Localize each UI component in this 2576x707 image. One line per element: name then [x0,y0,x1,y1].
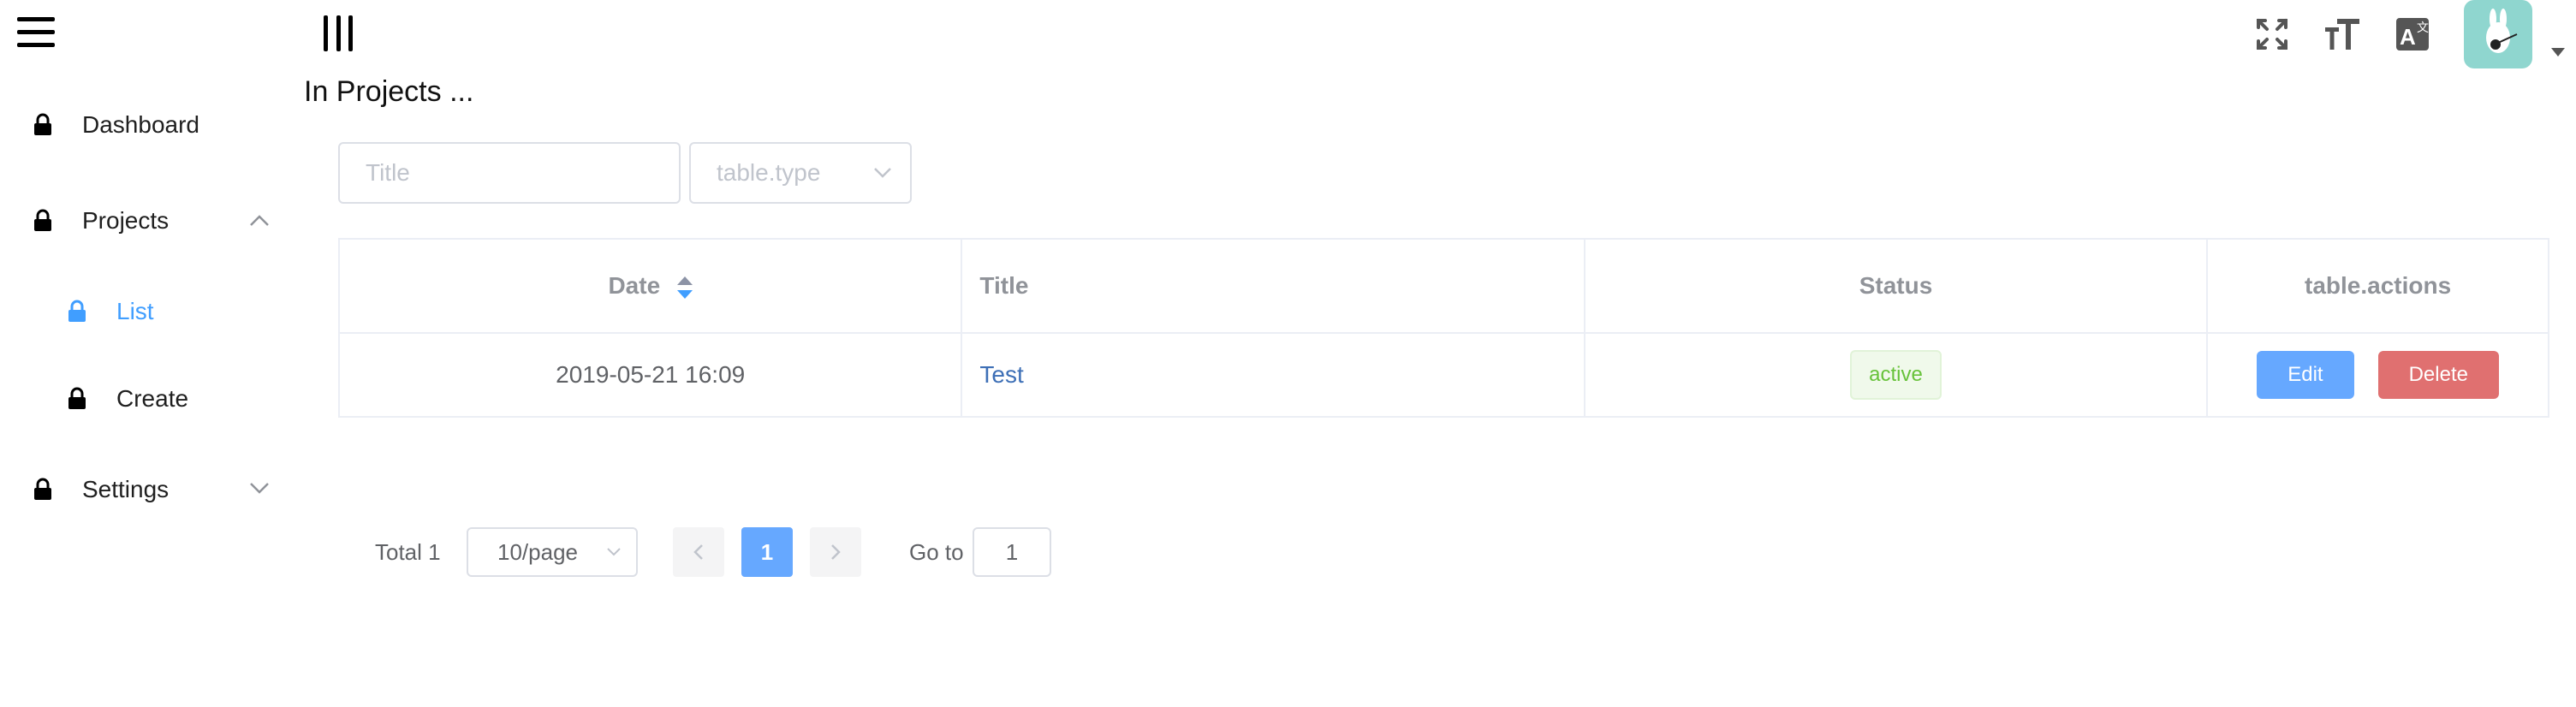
chevron-down-icon [874,168,891,178]
next-page-button[interactable] [810,527,861,577]
font-size-icon[interactable] [2322,14,2363,55]
translate-icon[interactable]: A 文 [2392,14,2433,55]
delete-button[interactable]: Delete [2377,351,2499,399]
sidebar-item-list[interactable]: List [67,298,154,325]
sidebar-item-projects[interactable]: Projects [33,207,169,235]
fullscreen-icon[interactable] [2252,14,2293,55]
column-header-date[interactable]: Date [337,238,963,334]
goto-page-input[interactable]: 1 [973,527,1051,577]
table-header-row: Date Title Status table.actions [337,238,2549,334]
goto-page-value: 1 [1005,538,1019,565]
lock-icon [34,478,51,500]
column-header-actions: table.actions [2206,238,2549,334]
projects-table: Date Title Status table.actions 2019-05-… [337,238,2549,418]
sidebar-item-label: List [116,298,154,324]
chevron-down-icon [607,548,621,556]
column-header-status: Status [1583,238,2209,334]
sidebar-item-label: Settings [82,476,170,502]
edit-button[interactable]: Edit [2257,351,2354,399]
type-placeholder: table.type [717,159,821,186]
total-count: Total 1 [375,539,441,565]
user-menu-caret-icon[interactable] [2551,48,2565,56]
lock-icon [34,209,51,231]
sidebar-item-dashboard[interactable]: Dashboard [33,111,199,139]
lock-icon [34,113,51,135]
page-size-value: 10/page [497,538,578,565]
project-title-link[interactable]: Test [979,361,1023,388]
svg-text:文: 文 [2417,21,2429,34]
status-badge: active [1850,350,1942,400]
lock-icon [68,300,86,322]
page-number-current[interactable]: 1 [741,527,793,577]
collapse-sidebar-icon[interactable] [324,15,353,51]
chevron-down-icon[interactable] [248,479,271,496]
date-cell: 2019-05-21 16:09 [337,332,963,418]
column-header-title: Title [961,238,1585,334]
svg-text:A: A [2400,24,2416,50]
lock-icon [68,387,86,409]
sort-icon[interactable] [676,276,693,299]
sidebar-item-label: Create [116,385,189,412]
user-avatar[interactable] [2464,0,2532,68]
chevron-up-icon[interactable] [248,212,271,229]
table-row: 2019-05-21 16:09 Test active Edit Delete [337,332,2549,418]
goto-label: Go to [909,539,964,565]
sidebar-item-label: Dashboard [82,111,199,138]
page-size-select[interactable]: 10/page [467,527,638,577]
chevron-right-icon [831,544,841,560]
sidebar-item-create[interactable]: Create [67,385,188,413]
chevron-left-icon [693,544,703,560]
title-placeholder: Title [366,159,410,186]
sidebar-item-label: Projects [82,207,170,234]
title-search-input[interactable]: Title [338,142,681,204]
prev-page-button[interactable] [673,527,724,577]
page-title: In Projects ... [304,75,474,108]
type-select[interactable]: table.type [689,142,912,204]
hamburger-menu-icon[interactable] [17,17,55,48]
sidebar-item-settings[interactable]: Settings [33,476,169,503]
